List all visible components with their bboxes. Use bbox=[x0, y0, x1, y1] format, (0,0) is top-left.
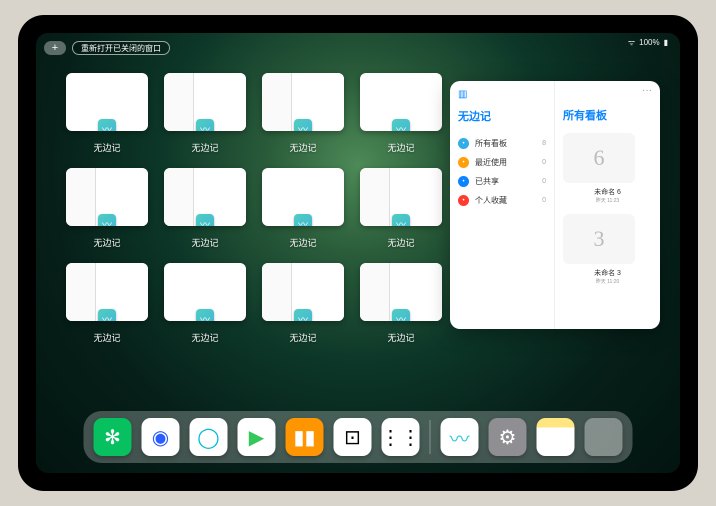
sidebar-title: 无边记 bbox=[458, 108, 546, 124]
dock-folder[interactable] bbox=[585, 418, 623, 456]
sidebar-item-label: 个人收藏 bbox=[475, 195, 507, 206]
sidebar-item-count: 0 bbox=[542, 159, 546, 166]
popover-main: 所有看板 6 未命名 6昨天 11:23 3 未命名 3昨天 11:20 bbox=[555, 81, 660, 329]
freeform-icon: 〰 bbox=[196, 119, 214, 131]
window-label: 无边记 bbox=[387, 236, 414, 249]
sidebar-item[interactable]: • 已共享 0 bbox=[458, 172, 546, 191]
window-label: 无边记 bbox=[93, 331, 120, 344]
window-thumb[interactable]: 〰无边记 bbox=[360, 168, 442, 249]
dock-app-notes[interactable] bbox=[537, 418, 575, 456]
board-thumb: 6 bbox=[563, 133, 635, 183]
window-label: 无边记 bbox=[191, 236, 218, 249]
sidebar-item-label: 已共享 bbox=[475, 176, 499, 187]
battery-icon: ▮ bbox=[664, 38, 668, 47]
main-title: 所有看板 bbox=[563, 107, 652, 123]
freeform-icon: 〰 bbox=[294, 214, 312, 226]
window-thumb[interactable]: 〰无边记 bbox=[262, 263, 344, 344]
board-label: 未命名 3 bbox=[563, 268, 652, 278]
heart-icon: • bbox=[458, 195, 469, 206]
sidebar-item-count: 8 bbox=[542, 140, 546, 147]
status-bar: ᯤ 100% ▮ bbox=[628, 37, 668, 48]
dock-app-dice[interactable]: ⊡ bbox=[334, 418, 372, 456]
dock-app-wechat[interactable]: ✻ bbox=[94, 418, 132, 456]
window-thumb[interactable]: 〰无边记 bbox=[360, 263, 442, 344]
sidebar-item[interactable]: • 所有看板 8 bbox=[458, 134, 546, 153]
battery-label: 100% bbox=[639, 38, 659, 47]
grid-icon: • bbox=[458, 138, 469, 149]
sidebar-item-label: 最近使用 bbox=[475, 157, 507, 168]
window-thumb[interactable]: 〰无边记 bbox=[360, 73, 442, 154]
freeform-icon: 〰 bbox=[98, 119, 116, 131]
window-thumb[interactable]: 〰无边记 bbox=[262, 73, 344, 154]
board-card[interactable]: 6 未命名 6昨天 11:23 bbox=[563, 133, 652, 204]
dock: ✻ ◉ ◯ ▶ ▮▮ ⊡ ⋮⋮ 〰 ⚙ bbox=[84, 411, 633, 463]
window-thumb[interactable]: 〰无边记 bbox=[164, 73, 246, 154]
sidebar-list: • 所有看板 8 • 最近使用 0 • 已共享 0 • 个人收藏 0 bbox=[458, 134, 546, 210]
window-label: 无边记 bbox=[93, 141, 120, 154]
freeform-icon: 〰 bbox=[392, 309, 410, 321]
more-icon[interactable]: ··· bbox=[642, 85, 652, 96]
boards-list: 6 未命名 6昨天 11:23 3 未命名 3昨天 11:20 bbox=[563, 133, 652, 285]
window-label: 无边记 bbox=[289, 236, 316, 249]
window-label: 无边记 bbox=[191, 331, 218, 344]
app-switcher-grid: 〰无边记〰无边记〰无边记〰无边记〰无边记〰无边记〰无边记〰无边记〰无边记〰无边记… bbox=[66, 73, 446, 344]
board-card[interactable]: 3 未命名 3昨天 11:20 bbox=[563, 214, 652, 285]
window-label: 无边记 bbox=[387, 141, 414, 154]
window-label: 无边记 bbox=[289, 331, 316, 344]
new-window-button[interactable]: + bbox=[44, 41, 66, 55]
dock-app-quark-blue[interactable]: ◉ bbox=[142, 418, 180, 456]
dock-separator bbox=[430, 420, 431, 454]
reopen-window-button[interactable]: 重新打开已关闭的窗口 bbox=[72, 41, 170, 55]
window-thumb[interactable]: 〰无边记 bbox=[66, 168, 148, 249]
window-thumb[interactable]: 〰无边记 bbox=[66, 263, 148, 344]
sidebar-item[interactable]: • 最近使用 0 bbox=[458, 153, 546, 172]
dock-app-quark-cyan[interactable]: ◯ bbox=[190, 418, 228, 456]
dock-app-freeform[interactable]: 〰 bbox=[441, 418, 479, 456]
freeform-popover: ··· ▥ 无边记 • 所有看板 8 • 最近使用 0 • 已共享 0 • 个人收藏 0 所有看板 6… bbox=[450, 81, 660, 329]
window-label: 无边记 bbox=[387, 331, 414, 344]
board-sublabel: 昨天 11:23 bbox=[563, 197, 652, 204]
sidebar-item[interactable]: • 个人收藏 0 bbox=[458, 191, 546, 210]
dock-app-dots[interactable]: ⋮⋮ bbox=[382, 418, 420, 456]
sidebar-item-count: 0 bbox=[542, 178, 546, 185]
freeform-icon: 〰 bbox=[392, 214, 410, 226]
board-label: 未命名 6 bbox=[563, 187, 652, 197]
sidebar-item-count: 0 bbox=[542, 197, 546, 204]
sidebar-toggle-icon[interactable]: ▥ bbox=[458, 89, 467, 100]
dock-app-books[interactable]: ▮▮ bbox=[286, 418, 324, 456]
freeform-icon: 〰 bbox=[294, 119, 312, 131]
sidebar-item-label: 所有看板 bbox=[475, 138, 507, 149]
freeform-icon: 〰 bbox=[98, 214, 116, 226]
window-thumb[interactable]: 〰无边记 bbox=[262, 168, 344, 249]
dock-app-play[interactable]: ▶ bbox=[238, 418, 276, 456]
person-icon: • bbox=[458, 176, 469, 187]
window-thumb[interactable]: 〰无边记 bbox=[66, 73, 148, 154]
window-thumb[interactable]: 〰无边记 bbox=[164, 168, 246, 249]
freeform-icon: 〰 bbox=[196, 214, 214, 226]
freeform-icon: 〰 bbox=[196, 309, 214, 321]
freeform-icon: 〰 bbox=[98, 309, 116, 321]
window-label: 无边记 bbox=[289, 141, 316, 154]
window-label: 无边记 bbox=[93, 236, 120, 249]
window-label: 无边记 bbox=[191, 141, 218, 154]
top-controls: + 重新打开已关闭的窗口 bbox=[44, 41, 170, 55]
board-sublabel: 昨天 11:20 bbox=[563, 278, 652, 285]
popover-sidebar: ▥ 无边记 • 所有看板 8 • 最近使用 0 • 已共享 0 • 个人收藏 0 bbox=[450, 81, 555, 329]
device-frame: ᯤ 100% ▮ + 重新打开已关闭的窗口 〰无边记〰无边记〰无边记〰无边记〰无… bbox=[18, 15, 698, 491]
screen: ᯤ 100% ▮ + 重新打开已关闭的窗口 〰无边记〰无边记〰无边记〰无边记〰无… bbox=[36, 33, 680, 473]
board-thumb: 3 bbox=[563, 214, 635, 264]
dock-app-settings[interactable]: ⚙ bbox=[489, 418, 527, 456]
clock-icon: • bbox=[458, 157, 469, 168]
freeform-icon: 〰 bbox=[392, 119, 410, 131]
window-thumb[interactable]: 〰无边记 bbox=[164, 263, 246, 344]
wifi-icon: ᯤ bbox=[628, 37, 635, 48]
freeform-icon: 〰 bbox=[294, 309, 312, 321]
